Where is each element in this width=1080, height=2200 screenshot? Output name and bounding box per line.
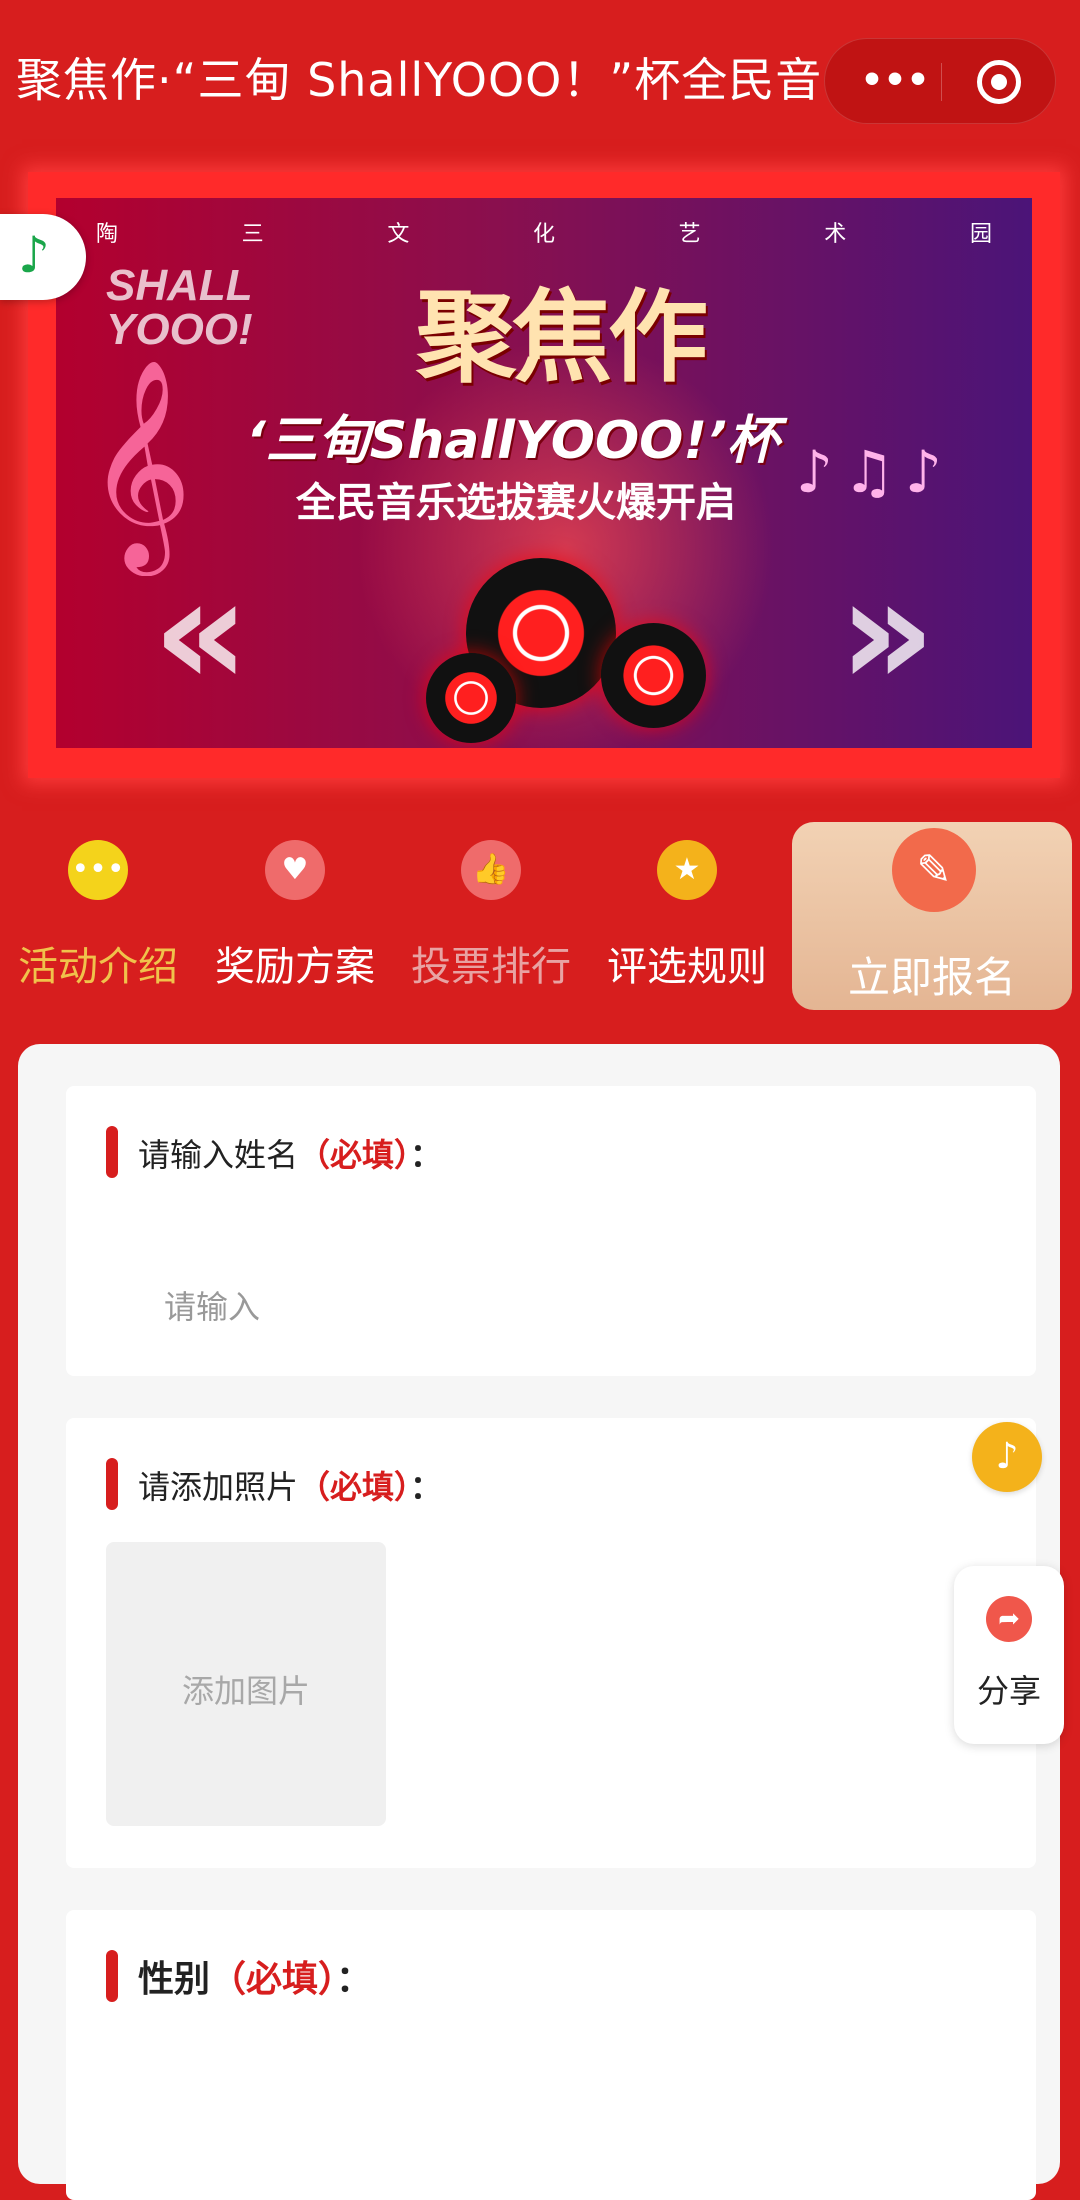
capsule-divider: [941, 63, 942, 101]
add-photo-button[interactable]: 添加图片: [106, 1542, 386, 1826]
top-bar: 聚焦作·“三甸 ShallYOOO！”杯全民音 •••: [0, 0, 1080, 160]
field-colon: ：: [410, 1136, 443, 1174]
name-field-label: 请输入姓名（必填）：: [138, 1130, 442, 1176]
nav-item-intro[interactable]: ••• 活动介绍: [3, 840, 193, 1000]
venue-text: 陶 三 文 化 艺 术 园: [96, 216, 992, 247]
music-notes-icon: ♪♫♪: [795, 438, 952, 506]
register-now-button[interactable]: ✎ 立即报名: [792, 822, 1072, 1010]
field-colon: ：: [336, 1959, 373, 2000]
required-mark: （必填）: [298, 1468, 411, 1506]
venue-char: 文: [387, 222, 410, 247]
venue-char: 园: [969, 222, 992, 247]
gender-field-label: 性别（必填）：: [138, 1950, 372, 2002]
event-banner: 陶 三 文 化 艺 术 园 SHALL YOOO! 聚焦作 ‘三甸ShallYO…: [56, 198, 1032, 748]
music-note-icon: ♪: [18, 226, 50, 284]
required-mark: （必填）: [298, 1136, 411, 1174]
mini-program-capsule: •••: [824, 38, 1056, 124]
nav-item-label: 投票排行: [411, 944, 571, 990]
nav-item-vote-ranking[interactable]: 👍 投票排行: [396, 840, 586, 1000]
chevron-right-decoration-icon: »: [838, 546, 936, 720]
field-label-text: 请输入姓名: [138, 1136, 299, 1174]
banner-subline: ‘三甸ShallYOOO!’杯: [246, 411, 779, 471]
vinyl-record-icon: [601, 623, 706, 728]
photo-field-label: 请添加照片（必填）：: [138, 1462, 442, 1508]
gender-field-card: 性别（必填）：: [66, 1910, 1036, 2200]
thumbs-up-icon: 👍: [461, 840, 521, 900]
music-note-icon: ♪: [995, 1436, 1019, 1477]
photo-field-card: 请添加照片（必填）： 添加图片: [66, 1418, 1036, 1868]
nav-item-rules[interactable]: ★ 评选规则: [592, 840, 782, 1000]
treble-clef-icon: 𝄞: [86, 358, 193, 567]
nav-item-rewards[interactable]: ♥ 奖励方案: [200, 840, 390, 1000]
banner-subline-2-highlight: 火爆开启: [576, 480, 736, 526]
name-input[interactable]: [162, 1282, 962, 1332]
field-label-text: 请添加照片: [138, 1468, 299, 1506]
star-icon: ★: [657, 840, 717, 900]
nav-item-label: 奖励方案: [215, 944, 375, 990]
background-music-toggle[interactable]: ♪: [0, 214, 86, 300]
nav-item-label: 评选规则: [607, 944, 767, 990]
vinyl-record-icon: [426, 653, 516, 743]
register-now-label: 立即报名: [847, 953, 1016, 1002]
share-arrow-icon: ➦: [986, 1596, 1032, 1642]
field-accent-bar: [106, 1950, 118, 2002]
venue-char: 陶: [96, 222, 119, 247]
heart-icon: ♥: [265, 840, 325, 900]
venue-char: 化: [532, 222, 555, 247]
nav-item-label: 活动介绍: [18, 944, 178, 990]
signup-form: 请输入姓名（必填）： 请添加照片（必填）： 添加图片 性别（必填）：: [18, 1044, 1060, 2200]
name-field-card: 请输入姓名（必填）：: [66, 1086, 1036, 1376]
venue-char: 艺: [678, 222, 701, 247]
page-title: 聚焦作·“三甸 ShallYOOO！”杯全民音: [16, 53, 823, 107]
edit-icon: ✎: [892, 828, 976, 912]
chevron-left-decoration-icon: «: [152, 546, 250, 720]
floating-music-button[interactable]: ♪: [972, 1422, 1042, 1492]
more-dots-icon[interactable]: •••: [855, 61, 935, 101]
banner-subline-2: 全民音乐选拔赛火爆开启: [296, 470, 736, 528]
share-label: 分享: [976, 1672, 1041, 1710]
field-accent-bar: [106, 1126, 118, 1178]
target-close-icon[interactable]: [977, 60, 1021, 104]
chat-bubble-icon: •••: [68, 840, 128, 900]
add-photo-label: 添加图片: [181, 1672, 310, 1710]
banner-headline: 聚焦作: [416, 278, 708, 396]
required-mark: （必填）: [210, 1959, 337, 2000]
shall-yooo-logo: SHALL YOOO!: [106, 261, 253, 354]
venue-char: 术: [824, 222, 847, 247]
field-colon: ：: [410, 1468, 443, 1506]
banner-subline-2-prefix: 全民音乐选拔赛: [296, 480, 576, 526]
venue-char: 三: [241, 222, 264, 247]
field-accent-bar: [106, 1458, 118, 1510]
share-button[interactable]: ➦ 分享: [954, 1566, 1064, 1744]
field-label-text: 性别: [138, 1959, 211, 2000]
